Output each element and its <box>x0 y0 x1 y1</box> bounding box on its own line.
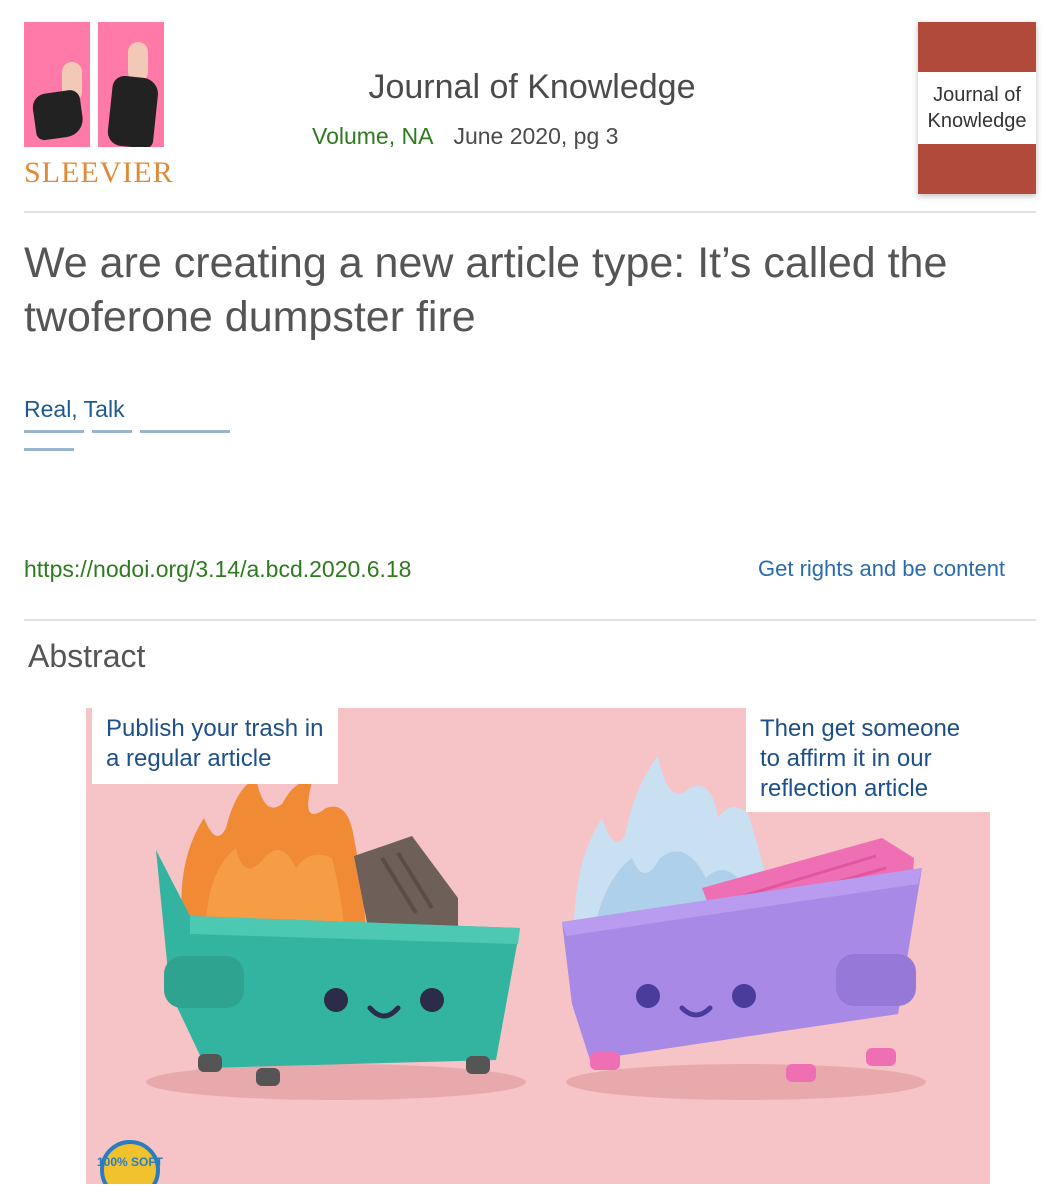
get-rights-link[interactable]: Get rights and be content <box>758 556 1005 582</box>
header-divider <box>24 211 1036 213</box>
caption-regular-article: Publish your trash in a regular article <box>92 708 338 784</box>
teal-eye-right <box>420 988 444 1012</box>
doi-link[interactable]: https://nodoi.org/3.14/a.bcd.2020.6.18 <box>24 556 411 583</box>
badge-text: 100% SOFT <box>97 1155 164 1169</box>
abstract-heading: Abstract <box>28 638 146 674</box>
shadow-right <box>566 1064 926 1100</box>
purple-eye-left <box>636 984 660 1008</box>
article-title: We are creating a new article type: It’s… <box>24 239 948 341</box>
soft-badge: 100% SOFT <box>97 1140 164 1184</box>
journal-title[interactable]: Journal of Knowledge <box>0 68 1064 107</box>
volume-link[interactable]: Volume, NA <box>312 123 433 149</box>
journal-meta: Volume, NA June 2020, pg 3 <box>312 123 618 150</box>
publisher-logo[interactable]: SLEEVIER <box>24 22 194 192</box>
caption-reflection-article: Then get someone to affirm it in our ref… <box>746 708 990 812</box>
teal-dumpster <box>156 778 520 1086</box>
faded-affiliation-line <box>24 430 294 451</box>
abstract-figure: 100% SOFT Publish your trash in a regula… <box>86 708 990 1184</box>
cover-band-bottom <box>918 144 1036 194</box>
journal-cover-thumbnail[interactable]: Journal of Knowledge <box>918 22 1036 194</box>
issue-date-page: June 2020, pg 3 <box>453 123 619 149</box>
section-divider <box>24 619 1036 621</box>
author-list[interactable]: Real, Talk <box>24 396 125 423</box>
publisher-name: SLEEVIER <box>24 156 174 189</box>
teal-eye-left <box>324 988 348 1012</box>
cover-band-top <box>918 22 1036 72</box>
teal-dumpster-lid <box>354 836 458 928</box>
purple-eye-right <box>732 984 756 1008</box>
cover-title: Journal of Knowledge <box>927 84 1027 132</box>
